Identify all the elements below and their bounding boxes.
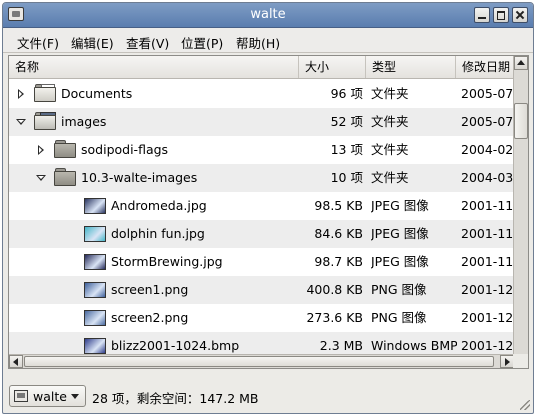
menu-file[interactable]: 文件(F) bbox=[17, 33, 59, 52]
file-type: JPEG 图像 bbox=[371, 226, 429, 241]
image-thumbnail-icon bbox=[84, 338, 106, 354]
menu-help[interactable]: 帮助(H) bbox=[236, 33, 280, 52]
file-modified-date: 2005-07 bbox=[461, 114, 514, 129]
file-modified-date: 2001-12 bbox=[461, 310, 514, 325]
file-type: JPEG 图像 bbox=[371, 254, 429, 269]
image-thumbnail-icon bbox=[84, 254, 106, 270]
file-list[interactable]: 名称 大小 类型 修改日期 Documents 96 项文件夹 2005-07 ima… bbox=[8, 55, 529, 369]
file-name: 10.3-walte-images bbox=[81, 170, 198, 185]
file-type: PNG 图像 bbox=[371, 310, 427, 325]
folder-icon bbox=[54, 140, 76, 158]
file-type: 文件夹 bbox=[371, 114, 409, 129]
rows-container: Documents 96 项文件夹 2005-07 images 52 项文件夹 2005… bbox=[9, 79, 514, 368]
chevron-down-icon bbox=[71, 394, 79, 399]
image-thumbnail-icon bbox=[84, 310, 106, 326]
menu-view[interactable]: 查看(V) bbox=[126, 33, 169, 52]
vertical-scroll-thumb[interactable] bbox=[514, 103, 528, 139]
file-type: JPEG 图像 bbox=[371, 198, 429, 213]
scroll-up-button[interactable] bbox=[514, 56, 528, 70]
table-row[interactable]: StormBrewing.jpg 98.7 KB JPEG 图像 2001-11- bbox=[9, 248, 514, 276]
table-row[interactable]: Andromeda.jpg 98.5 KB JPEG 图像 2001-11- bbox=[9, 192, 514, 220]
file-size: 96 项 bbox=[330, 86, 363, 101]
file-size: 98.5 KB bbox=[314, 198, 363, 213]
table-row[interactable]: screen1.png 400.8 KB PNG 图像 2001-12 bbox=[9, 276, 514, 304]
collapsed-arrow-icon[interactable] bbox=[38, 145, 44, 155]
close-button[interactable] bbox=[512, 7, 528, 23]
file-type: 文件夹 bbox=[371, 86, 409, 101]
status-bar: walte 28 项，剩余空间：147.2 MB bbox=[3, 373, 533, 413]
location-label: walte bbox=[33, 389, 67, 404]
folder-icon bbox=[54, 168, 76, 186]
file-name: images bbox=[61, 114, 107, 129]
file-manager-window: walte 文件(F) 编辑(E) 查看(V) 位置(P) 帮助(H) 名称 大… bbox=[2, 2, 534, 414]
column-header-bar: 名称 大小 类型 修改日期 bbox=[9, 56, 514, 79]
scroll-corner bbox=[513, 354, 528, 368]
status-info: 28 项，剩余空间：147.2 MB bbox=[92, 391, 259, 406]
menu-places[interactable]: 位置(P) bbox=[181, 33, 223, 52]
table-row[interactable]: screen2.png 273.6 KB PNG 图像 2001-12 bbox=[9, 304, 514, 332]
window-title: walte bbox=[250, 7, 286, 22]
file-name: Documents bbox=[61, 86, 133, 101]
image-thumbnail-icon bbox=[84, 282, 106, 298]
table-row[interactable]: 10.3-walte-images 10 项文件夹 2004-03 bbox=[9, 164, 514, 192]
column-header-name[interactable]: 名称 bbox=[9, 56, 299, 78]
column-header-modified[interactable]: 修改日期 bbox=[456, 56, 514, 78]
file-modified-date: 2004-02 bbox=[461, 142, 514, 157]
file-size: 400.8 KB bbox=[306, 282, 363, 297]
file-type: 文件夹 bbox=[371, 142, 409, 157]
scroll-left-button[interactable] bbox=[9, 355, 23, 368]
title-bar[interactable]: walte bbox=[3, 3, 533, 28]
vertical-scrollbar[interactable] bbox=[513, 56, 528, 368]
image-thumbnail-icon bbox=[84, 198, 106, 214]
expanded-arrow-icon[interactable] bbox=[16, 119, 26, 125]
file-type: 文件夹 bbox=[371, 170, 409, 185]
file-name: StormBrewing.jpg bbox=[111, 254, 223, 269]
file-modified-date: 2005-07 bbox=[461, 86, 514, 101]
resize-grip-icon[interactable] bbox=[520, 400, 530, 410]
file-size: 84.6 KB bbox=[314, 226, 363, 241]
image-thumbnail-icon bbox=[84, 226, 106, 242]
horizontal-scroll-thumb[interactable] bbox=[24, 356, 494, 367]
expanded-arrow-icon[interactable] bbox=[36, 175, 46, 181]
documents-folder-icon bbox=[34, 84, 56, 102]
table-row[interactable]: dolphin fun.jpg 84.6 KB JPEG 图像 2001-11- bbox=[9, 220, 514, 248]
file-modified-date: 2004-03 bbox=[461, 170, 514, 185]
collapsed-arrow-icon[interactable] bbox=[18, 89, 24, 99]
table-row[interactable]: sodipodi-flags 13 项文件夹 2004-02 bbox=[9, 136, 514, 164]
horizontal-scrollbar[interactable] bbox=[9, 354, 514, 368]
file-size: 10 项 bbox=[330, 170, 363, 185]
file-name: screen2.png bbox=[111, 310, 189, 325]
images-folder-icon bbox=[34, 112, 56, 130]
file-size: 13 项 bbox=[330, 142, 363, 157]
menu-bar: 文件(F) 编辑(E) 查看(V) 位置(P) 帮助(H) bbox=[3, 28, 533, 53]
file-size: 273.6 KB bbox=[306, 310, 363, 325]
column-header-size[interactable]: 大小 bbox=[299, 56, 366, 78]
file-type: PNG 图像 bbox=[371, 282, 427, 297]
table-row[interactable]: images 52 项文件夹 2005-07 bbox=[9, 108, 514, 136]
file-name: Andromeda.jpg bbox=[111, 198, 207, 213]
menu-edit[interactable]: 编辑(E) bbox=[71, 33, 114, 52]
file-name: dolphin fun.jpg bbox=[111, 226, 205, 241]
file-modified-date: 2001-11- bbox=[461, 226, 514, 241]
file-modified-date: 2001-11- bbox=[461, 198, 514, 213]
folder-icon bbox=[14, 390, 28, 402]
file-modified-date: 2001-11- bbox=[461, 254, 514, 269]
file-modified-date: 2001-12 bbox=[461, 282, 514, 297]
scroll-right-button[interactable] bbox=[500, 355, 514, 368]
minimize-button[interactable] bbox=[474, 7, 490, 23]
file-name: screen1.png bbox=[111, 282, 189, 297]
location-dropdown[interactable]: walte bbox=[9, 385, 86, 407]
file-size: 52 项 bbox=[330, 114, 363, 129]
file-size: 98.7 KB bbox=[314, 254, 363, 269]
maximize-button[interactable] bbox=[493, 7, 509, 23]
file-name: sodipodi-flags bbox=[81, 142, 169, 157]
table-row[interactable]: Documents 96 项文件夹 2005-07 bbox=[9, 80, 514, 108]
column-header-type[interactable]: 类型 bbox=[366, 56, 456, 78]
